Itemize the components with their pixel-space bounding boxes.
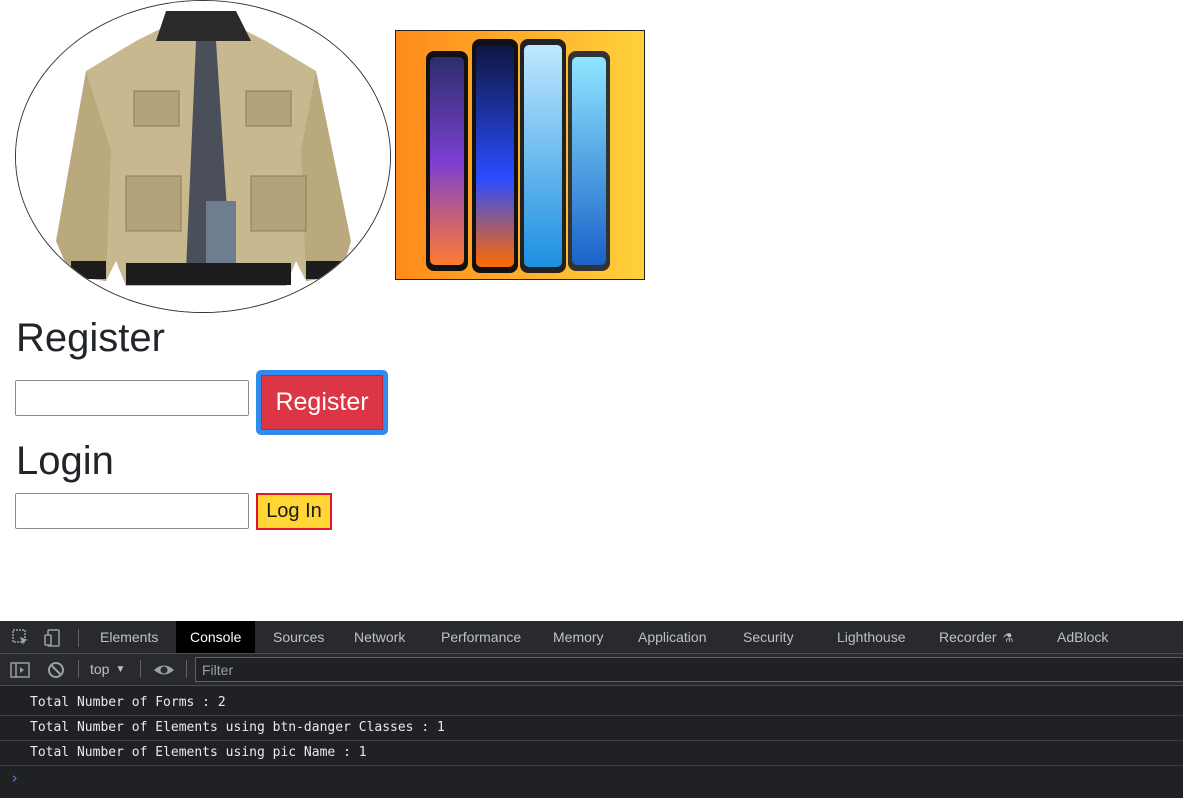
jacket-image: [15, 0, 391, 313]
tab-sources[interactable]: Sources: [273, 621, 324, 653]
console-message: Total Number of Elements using btn-dange…: [0, 716, 1183, 741]
tab-recorder-label: Recorder: [939, 629, 997, 645]
inspect-element-icon[interactable]: [11, 628, 31, 648]
devtools-panel: Elements Console Sources Network Perform…: [0, 621, 1183, 798]
toolbar-divider: [78, 629, 79, 647]
context-selector-value: top: [90, 661, 110, 677]
tab-recorder[interactable]: Recorder ⚗: [939, 621, 1013, 653]
console-message: Total Number of Elements using pic Name …: [0, 741, 1183, 766]
toolbar-divider: [140, 660, 141, 678]
clear-console-icon[interactable]: [46, 660, 66, 680]
tab-application[interactable]: Application: [638, 621, 707, 653]
toolbar-divider: [186, 660, 187, 678]
register-button[interactable]: Register: [256, 370, 388, 435]
devtools-tabbar: Elements Console Sources Network Perform…: [0, 621, 1183, 654]
show-sidebar-icon[interactable]: [10, 660, 30, 680]
login-heading: Login: [16, 439, 114, 483]
device-toolbar-icon[interactable]: [43, 628, 63, 648]
jacket-illustration: [16, 1, 390, 312]
phones-image: [395, 30, 645, 280]
experiment-flask-icon: ⚗: [1002, 631, 1014, 645]
phones-illustration: [396, 31, 644, 279]
console-prompt[interactable]: ›: [10, 769, 19, 787]
tab-security[interactable]: Security: [743, 621, 794, 653]
login-input[interactable]: [15, 493, 249, 529]
console-toolbar: top ▼: [0, 654, 1183, 686]
context-selector[interactable]: top ▼: [90, 661, 125, 677]
console-filter-input[interactable]: [195, 657, 1183, 682]
login-button[interactable]: Log In: [256, 493, 332, 530]
dropdown-arrow-icon: ▼: [115, 664, 126, 675]
tab-lighthouse[interactable]: Lighthouse: [837, 621, 906, 653]
tab-adblock[interactable]: AdBlock: [1057, 621, 1108, 653]
tab-network[interactable]: Network: [354, 621, 405, 653]
console-message: Total Number of Forms : 2: [0, 691, 1183, 716]
tab-console[interactable]: Console: [176, 621, 256, 653]
tab-elements[interactable]: Elements: [100, 621, 158, 653]
tab-memory[interactable]: Memory: [553, 621, 604, 653]
toolbar-divider: [78, 660, 79, 678]
tab-performance[interactable]: Performance: [441, 621, 521, 653]
live-expression-eye-icon[interactable]: [153, 660, 174, 680]
register-heading: Register: [16, 316, 165, 360]
page: Register Register Login Log In Elements …: [0, 0, 1183, 798]
register-input[interactable]: [15, 380, 249, 416]
